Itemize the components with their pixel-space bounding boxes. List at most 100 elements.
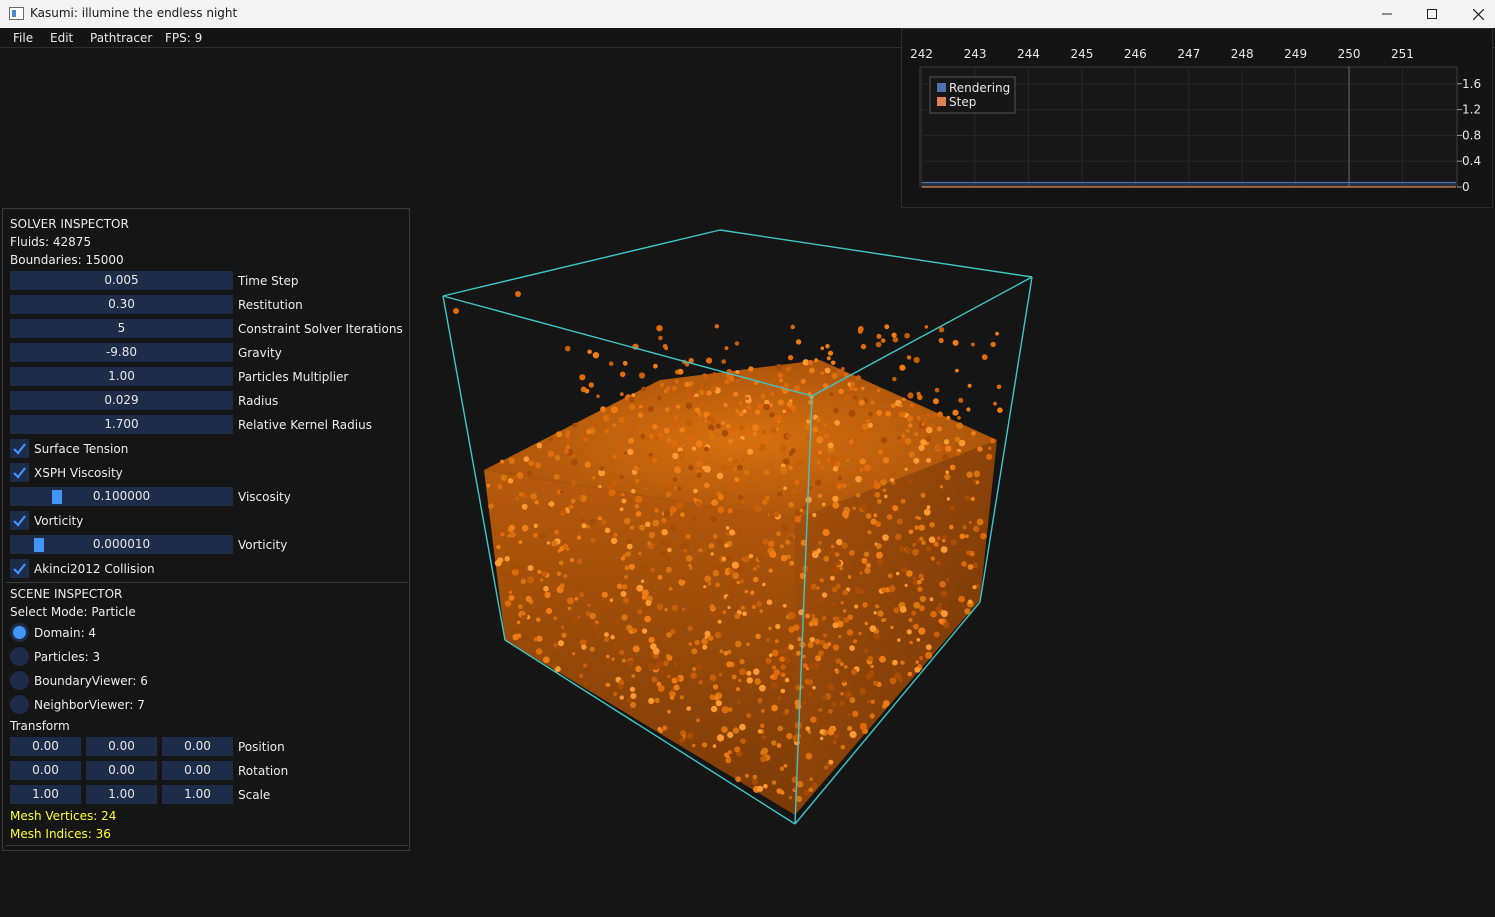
position-label: Position: [238, 740, 285, 754]
fluid-particle: [823, 432, 830, 439]
fluid-particle: [722, 465, 727, 470]
fluid-particle: [877, 499, 882, 504]
fluid-particle: [622, 635, 628, 641]
fluid-particle: [583, 420, 588, 425]
fluid-particle: [741, 457, 745, 462]
neighbor-viewer-radio[interactable]: [10, 695, 29, 714]
fluid-particle: [907, 392, 914, 399]
scale-z-input[interactable]: 1.00: [162, 785, 233, 804]
fluid-particle: [707, 424, 715, 431]
fluid-particle: [736, 687, 740, 692]
radius-input[interactable]: 0.029: [10, 391, 233, 410]
vorticity-slider-grab[interactable]: [34, 538, 44, 552]
fluid-particle: [902, 397, 906, 401]
fluid-particle: [925, 644, 932, 651]
fluid-particle: [692, 667, 697, 672]
fluid-particle: [565, 436, 573, 444]
fluid-particle: [852, 639, 858, 644]
fluid-particle: [981, 354, 988, 360]
fluid-particle: [568, 504, 574, 510]
boundary-viewer-radio[interactable]: [10, 671, 29, 690]
x-tick-label: 243: [964, 47, 987, 61]
position-y-input[interactable]: 0.00: [86, 737, 157, 756]
fluid-particle: [930, 556, 936, 561]
fluid-particle: [562, 543, 569, 550]
fluid-particle: [715, 700, 722, 707]
fluid-particle: [757, 785, 764, 792]
fluid-particle: [708, 433, 716, 440]
fluid-particle: [612, 691, 618, 697]
fluid-particle: [866, 699, 871, 704]
fluid-particle: [601, 591, 608, 598]
timing-plot-window[interactable]: 242 243 244 245 246 247 248 249 250 251 1.6 1.2 0.8 0…: [901, 28, 1493, 208]
fluid-particle: [668, 586, 673, 591]
fluid-particle: [848, 409, 856, 418]
rotation-y-input[interactable]: 0.00: [86, 761, 157, 780]
fluid-particle: [796, 780, 804, 788]
fluid-particle: [774, 414, 782, 422]
fluid-particle: [488, 503, 494, 509]
fluid-particle: [504, 556, 510, 562]
fluid-particle: [607, 661, 611, 665]
akinci-collision-checkbox[interactable]: [10, 559, 29, 578]
fluid-particle: [618, 416, 625, 423]
fluid-particle: [976, 518, 984, 526]
position-z-input[interactable]: 0.00: [162, 737, 233, 756]
restitution-input[interactable]: 0.30: [10, 295, 233, 314]
viscosity-slider[interactable]: 0.100000: [10, 487, 233, 506]
surface-tension-checkbox[interactable]: [10, 439, 29, 458]
fluid-particle: [858, 399, 865, 406]
fluid-particle: [561, 632, 567, 638]
fluid-particle: [967, 564, 974, 570]
fluid-particle: [821, 615, 827, 621]
fluid-particle: [654, 697, 660, 704]
fluid-particle: [761, 709, 765, 713]
fluid-particle: [656, 660, 664, 668]
fluid-particle: [954, 436, 961, 442]
domain-radio[interactable]: [10, 623, 29, 642]
checkmark-icon: [13, 467, 26, 479]
kernel-radius-input[interactable]: 1.700: [10, 415, 233, 434]
rotation-x-input[interactable]: 0.00: [10, 761, 81, 780]
fluid-particle: [842, 679, 846, 683]
fluid-particle: [704, 575, 712, 583]
fluid-particle: [652, 424, 658, 430]
solver-iterations-input[interactable]: 5: [10, 319, 233, 338]
fluid-particle: [886, 514, 893, 520]
fluid-particle: [615, 620, 621, 626]
fluid-particle: [557, 640, 565, 647]
viscosity-slider-grab[interactable]: [51, 490, 62, 504]
fluid-particle: [541, 571, 548, 577]
vorticity-slider[interactable]: 0.000010: [10, 535, 233, 554]
fluid-particle: [952, 409, 959, 416]
fluid-particle: [908, 480, 913, 485]
fluid-particle: [849, 419, 856, 425]
vorticity-checkbox[interactable]: [10, 511, 29, 530]
rotation-z-input[interactable]: 0.00: [162, 761, 233, 780]
fluid-particle: [832, 622, 839, 629]
time-step-input[interactable]: 0.005: [10, 271, 233, 290]
scale-x-input[interactable]: 1.00: [10, 785, 81, 804]
gravity-input[interactable]: -9.80: [10, 343, 233, 362]
section-divider: [6, 582, 408, 583]
fluid-particle: [865, 563, 871, 568]
fluid-particle: [932, 413, 938, 419]
fluid-particle: [808, 621, 814, 627]
position-x-input[interactable]: 0.00: [10, 737, 81, 756]
fluid-particle: [733, 391, 739, 397]
fluid-particle: [765, 657, 772, 664]
fluid-particle: [644, 615, 651, 623]
xsph-viscosity-checkbox[interactable]: [10, 463, 29, 482]
legend-label-rendering: Rendering: [949, 81, 1010, 95]
fluid-particle: [800, 378, 806, 384]
fluid-particle: [843, 617, 849, 623]
fluid-particle: [775, 623, 781, 630]
fluid-particle: [865, 429, 870, 434]
scale-y-input[interactable]: 1.00: [86, 785, 157, 804]
fluid-particle: [486, 483, 491, 488]
fluid-particle: [652, 647, 660, 655]
particles-multiplier-input[interactable]: 1.00: [10, 367, 233, 386]
fluid-particle: [895, 533, 902, 540]
fluid-particle: [696, 472, 702, 479]
particles-radio[interactable]: [10, 647, 29, 666]
